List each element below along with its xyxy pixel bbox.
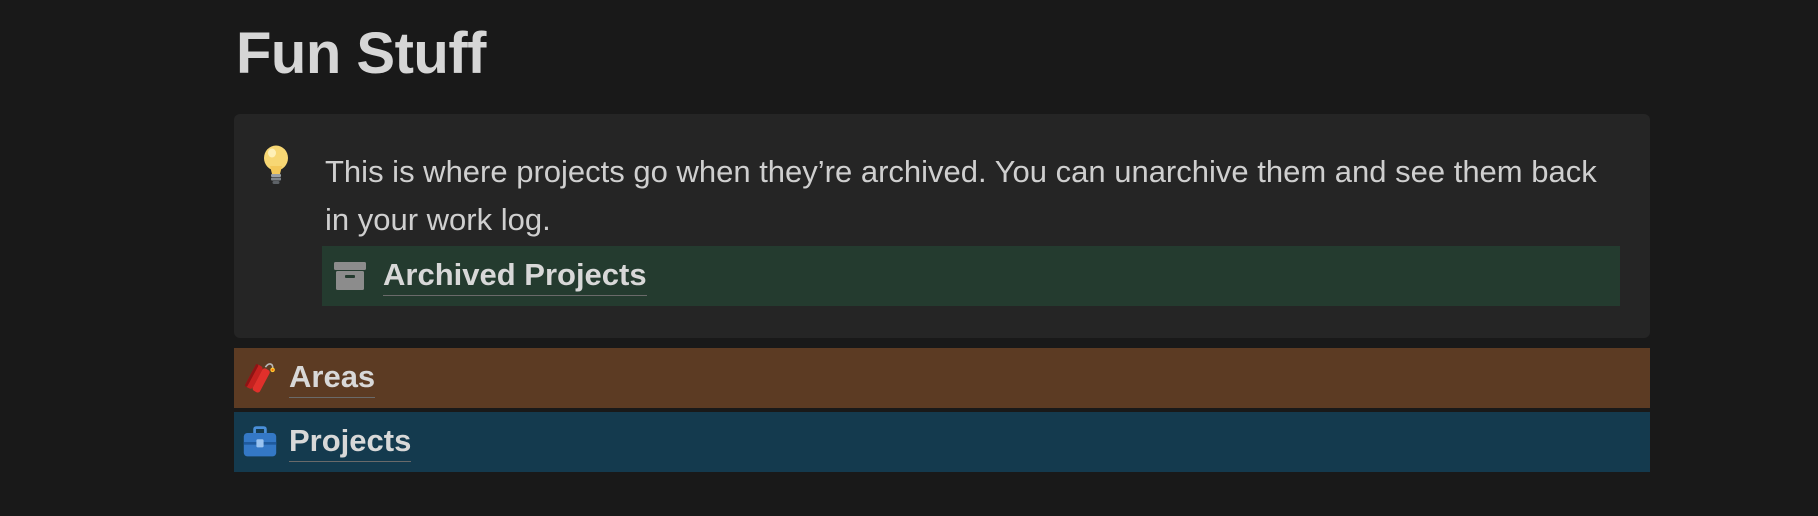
- page: Fun Stuff This is where projects go when…: [0, 0, 1818, 516]
- page-title: Fun Stuff: [236, 21, 486, 86]
- callout-block: This is where projects go when they’re a…: [234, 114, 1650, 338]
- archived-projects-link[interactable]: Archived Projects: [322, 246, 1620, 306]
- briefcase-icon: [243, 426, 277, 457]
- archived-projects-label: Archived Projects: [383, 256, 647, 296]
- callout-text: This is where projects go when they’re a…: [325, 154, 1597, 237]
- projects-label: Projects: [289, 422, 412, 462]
- archive-box-icon: [334, 262, 366, 290]
- dynamite-icon: [245, 363, 275, 393]
- lightbulb-icon: [264, 145, 288, 184]
- areas-link[interactable]: Areas: [234, 348, 1650, 408]
- areas-label: Areas: [289, 358, 376, 398]
- projects-link[interactable]: Projects: [234, 412, 1650, 472]
